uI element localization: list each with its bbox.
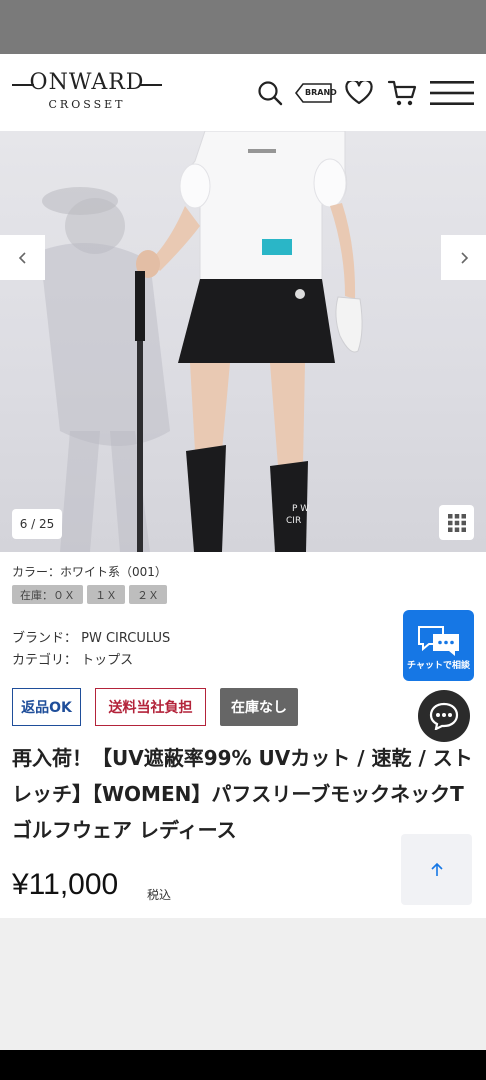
category-line[interactable]: カテゴリ： トップス	[12, 649, 133, 668]
brand-tag-icon[interactable]: BRAND	[295, 78, 337, 108]
svg-text:P W: P W	[292, 504, 309, 514]
product-title: 再入荷！【UV遮蔽率99% UVカット / 速乾 / ストレッチ】【WOMEN】…	[12, 746, 473, 842]
size-chip[interactable]: ２Ｘ	[129, 585, 167, 604]
brand-tag-label: BRAND	[305, 88, 337, 97]
back-to-top-button[interactable]	[401, 834, 472, 905]
size-stock-list: 在庫：０Ｘ １Ｘ ２Ｘ	[12, 585, 167, 604]
next-image-button[interactable]	[441, 235, 486, 280]
logo-main-text: ONWARD	[29, 70, 145, 95]
brand-line[interactable]: ブランド： PW CIRCULUS	[12, 627, 170, 646]
search-icon[interactable]	[256, 78, 284, 108]
size-chip[interactable]: 在庫：０Ｘ	[12, 585, 83, 604]
heart-icon[interactable]	[344, 78, 374, 108]
product-price: ¥11,000	[12, 868, 119, 901]
chat-button-label: チャットで相談	[407, 661, 470, 671]
menu-icon[interactable]	[430, 78, 474, 108]
onward-logo[interactable]: ONWARD CROSSET	[12, 70, 162, 114]
chat-bubbles-icon	[418, 626, 459, 656]
chevron-right-icon	[460, 251, 468, 264]
returnable-badge: 返品OK	[12, 688, 81, 726]
tax-label: 税込	[147, 888, 172, 902]
product-photo: P W CIR	[40, 131, 363, 552]
speech-bubble-icon	[429, 702, 459, 730]
chat-bubble-button[interactable]	[418, 690, 470, 742]
slide-counter: 6 / 25	[12, 509, 62, 539]
chevron-left-icon	[18, 251, 26, 264]
color-label: カラー：ホワイト系（001）	[12, 565, 167, 579]
status-bar	[0, 0, 486, 54]
chat-consult-button[interactable]: チャットで相談	[403, 610, 474, 681]
svg-text:CIR: CIR	[286, 516, 301, 526]
size-chip[interactable]: １Ｘ	[87, 585, 125, 604]
grid-icon	[447, 513, 466, 532]
free-shipping-badge: 送料当社負担	[95, 688, 206, 726]
system-nav-bar	[0, 1050, 486, 1080]
arrow-up-icon	[430, 862, 443, 876]
cart-icon[interactable]	[386, 78, 418, 108]
site-header: ONWARD CROSSET BRAND	[0, 54, 486, 131]
prev-image-button[interactable]	[0, 235, 45, 280]
product-image-gallery[interactable]: P W CIR 6 / 25	[0, 131, 486, 552]
out-of-stock-badge: 在庫なし	[220, 688, 298, 726]
logo-line-right	[140, 84, 162, 86]
logo-sub-text: CROSSET	[48, 98, 126, 111]
grid-view-button[interactable]	[439, 505, 474, 540]
